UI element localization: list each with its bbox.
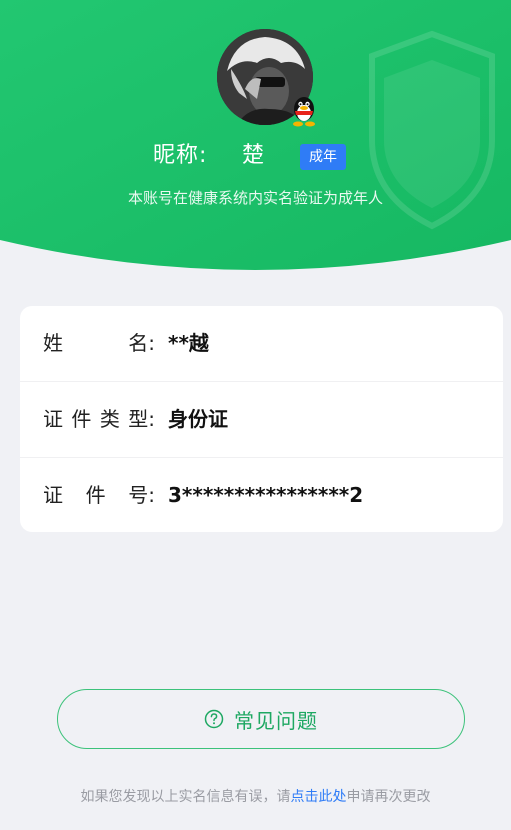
faq-button[interactable]: 常见问题	[57, 689, 465, 749]
name-label: 姓 名:	[43, 331, 155, 355]
verification-text: 本账号在健康系统内实名验证为成年人	[127, 189, 383, 207]
nickname-row: 昵称: 楚 成年	[0, 140, 511, 172]
nickname-value: 楚	[242, 143, 265, 168]
name-value: **越	[168, 331, 209, 355]
footer-prefix: 如果您发现以上实名信息有误，请	[80, 789, 291, 805]
info-row-id-number: 证 件 号: 3****************2	[20, 458, 503, 533]
nickname-label: 昵称:	[153, 143, 208, 168]
faq-label: 常见问题	[234, 708, 318, 733]
footer-note: 如果您发现以上实名信息有误，请点击此处申请再次更改	[0, 786, 511, 808]
id-type-value: 身份证	[168, 407, 228, 431]
correction-link[interactable]: 点击此处	[291, 789, 347, 805]
id-number-value: 3****************2	[168, 483, 364, 507]
id-number-label: 证 件 号:	[43, 483, 155, 507]
footer-suffix: 申请再次更改	[346, 789, 431, 805]
qq-penguin-icon	[290, 95, 318, 127]
info-row-id-type: 证 件 类 型: 身份证	[20, 382, 503, 457]
question-circle-icon	[204, 709, 224, 729]
header-banner: 昵称: 楚 成年 本账号在健康系统内实名验证为成年人	[0, 0, 511, 275]
identity-info-card: 姓 名: **越 证 件 类 型: 身份证 证 件 号: 3**********…	[20, 306, 503, 532]
info-row-name: 姓 名: **越	[20, 306, 503, 381]
age-badge: 成年	[300, 144, 346, 170]
id-type-label: 证 件 类 型:	[43, 407, 155, 431]
